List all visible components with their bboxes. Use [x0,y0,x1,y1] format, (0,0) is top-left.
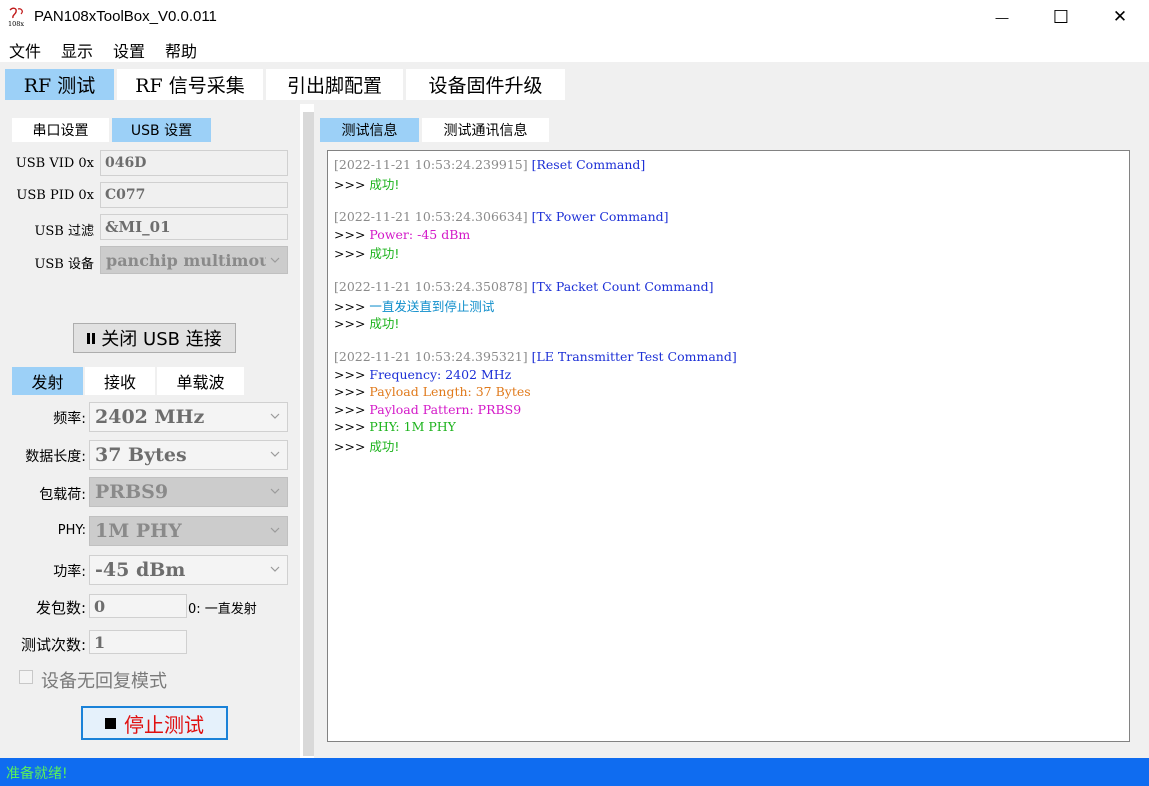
chevron-down-icon [270,257,280,263]
stop-test-button[interactable]: 停止测试 [81,706,228,740]
no-reply-label: 设备无回复模式 [41,671,167,692]
pause-icon [87,332,96,344]
tab-test-info[interactable]: 测试信息 [320,118,419,142]
menu-settings[interactable]: 设置 [113,38,145,62]
menu-bar: 文件 显示 设置 帮助 [0,34,1149,62]
usb-vid-input[interactable]: 046D [100,150,288,176]
usb-filter-label: USB 过滤 [34,224,94,239]
payload-select[interactable]: PRBS9 [89,477,288,507]
log-line: >>> 成功! [334,316,400,331]
main-tab-bar: RF 测试 RF 信号采集 引出脚配置 设备固件升级 [0,62,1149,104]
usb-vid-label: USB VID 0x [15,156,94,171]
maximize-icon: ☐ [1052,6,1070,27]
tab-receive[interactable]: 接收 [85,367,155,395]
log-line: [2022-11-21 10:53:24.306634] [Tx Power C… [334,209,669,224]
stop-icon [105,717,116,729]
usb-device-select[interactable]: panchip multimouse [100,246,288,274]
packet-count-hint: 0: 一直发射 [188,602,257,617]
power-value: -45 dBm [95,559,186,581]
tab-single-carrier[interactable]: 单载波 [157,367,244,395]
packet-count-label: 发包数: [35,599,86,617]
tab-pin-config[interactable]: 引出脚配置 [266,69,403,100]
usb-device-value: panchip multimouse [106,250,266,270]
tab-usb-settings[interactable]: USB 设置 [112,118,211,142]
logo-text: 108x [8,20,24,28]
test-times-label: 测试次数: [20,636,86,654]
log-line: [2022-11-21 10:53:24.239915] [Reset Comm… [334,157,646,172]
log-line: >>> Power: -45 dBm [334,227,471,242]
payload-label: 包载荷: [39,487,86,503]
packet-count-input[interactable]: 0 [89,594,187,618]
minimize-button[interactable]: — [979,0,1025,34]
power-label: 功率: [53,564,86,580]
phy-select[interactable]: 1M PHY [89,516,288,546]
chevron-down-icon [270,451,280,457]
frequency-select[interactable]: 2402 MHz [89,402,288,432]
tab-rf-test[interactable]: RF 测试 [5,69,114,100]
chevron-down-icon [270,413,280,419]
power-select[interactable]: -45 dBm [89,555,288,585]
menu-file[interactable]: 文件 [9,38,41,62]
log-line: >>> Payload Pattern: PRBS9 [334,402,522,417]
window-title: PAN108xToolBox_V0.0.011 [34,8,217,25]
close-usb-button[interactable]: 关闭 USB 连接 [73,323,236,353]
log-line: >>> PHY: 1M PHY [334,419,456,434]
log-line: [2022-11-21 10:53:24.350878] [Tx Packet … [334,279,714,294]
usb-filter-input[interactable]: &MI_01 [100,214,288,240]
no-reply-checkbox[interactable] [19,670,33,684]
data-length-value: 37 Bytes [95,444,187,466]
phy-value: 1M PHY [95,520,182,542]
usb-pid-input[interactable]: C077 [100,182,288,208]
close-button[interactable]: ✕ [1097,0,1143,34]
chevron-down-icon [270,566,280,572]
status-bar: 准备就绪! [0,758,1149,786]
stop-test-label: 停止测试 [124,712,204,737]
title-bar: 108x PAN108xToolBox_V0.0.011 — ☐ ✕ [0,0,1149,34]
panel-splitter[interactable] [303,112,314,756]
app-logo-icon: 108x [8,7,24,28]
minimize-icon: — [995,9,1009,25]
tab-rf-signal-capture[interactable]: RF 信号采集 [117,69,263,100]
menu-help[interactable]: 帮助 [165,38,197,62]
frequency-label: 频率: [53,411,86,427]
log-line: >>> Payload Length: 37 Bytes [334,384,531,399]
chevron-down-icon [270,527,280,533]
log-output[interactable]: [2022-11-21 10:53:24.239915] [Reset Comm… [327,150,1130,742]
usb-device-label: USB 设备 [34,257,94,272]
chevron-down-icon [270,488,280,494]
test-times-input[interactable]: 1 [89,630,187,654]
log-line: >>> 成功! [334,246,400,261]
phy-label: PHY: [57,523,86,538]
tab-transmit[interactable]: 发射 [12,367,83,395]
data-length-select[interactable]: 37 Bytes [89,440,288,470]
usb-pid-label: USB PID 0x [16,188,94,203]
frequency-value: 2402 MHz [95,406,205,428]
payload-value: PRBS9 [95,481,169,503]
close-usb-label: 关闭 USB 连接 [101,329,222,350]
close-icon: ✕ [1112,7,1128,26]
log-line: >>> 成功! [334,177,400,192]
data-length-label: 数据长度: [25,449,86,465]
log-line: [2022-11-21 10:53:24.395321] [LE Transmi… [334,349,737,364]
status-text: 准备就绪! [6,766,68,782]
maximize-button[interactable]: ☐ [1038,0,1084,34]
tab-serial-settings[interactable]: 串口设置 [12,118,109,142]
log-line: >>> Frequency: 2402 MHz [334,367,512,382]
log-line: >>> 成功! [334,439,400,454]
tab-firmware-upgrade[interactable]: 设备固件升级 [406,69,565,100]
tab-comm-info[interactable]: 测试通讯信息 [422,118,549,142]
menu-view[interactable]: 显示 [61,38,93,62]
